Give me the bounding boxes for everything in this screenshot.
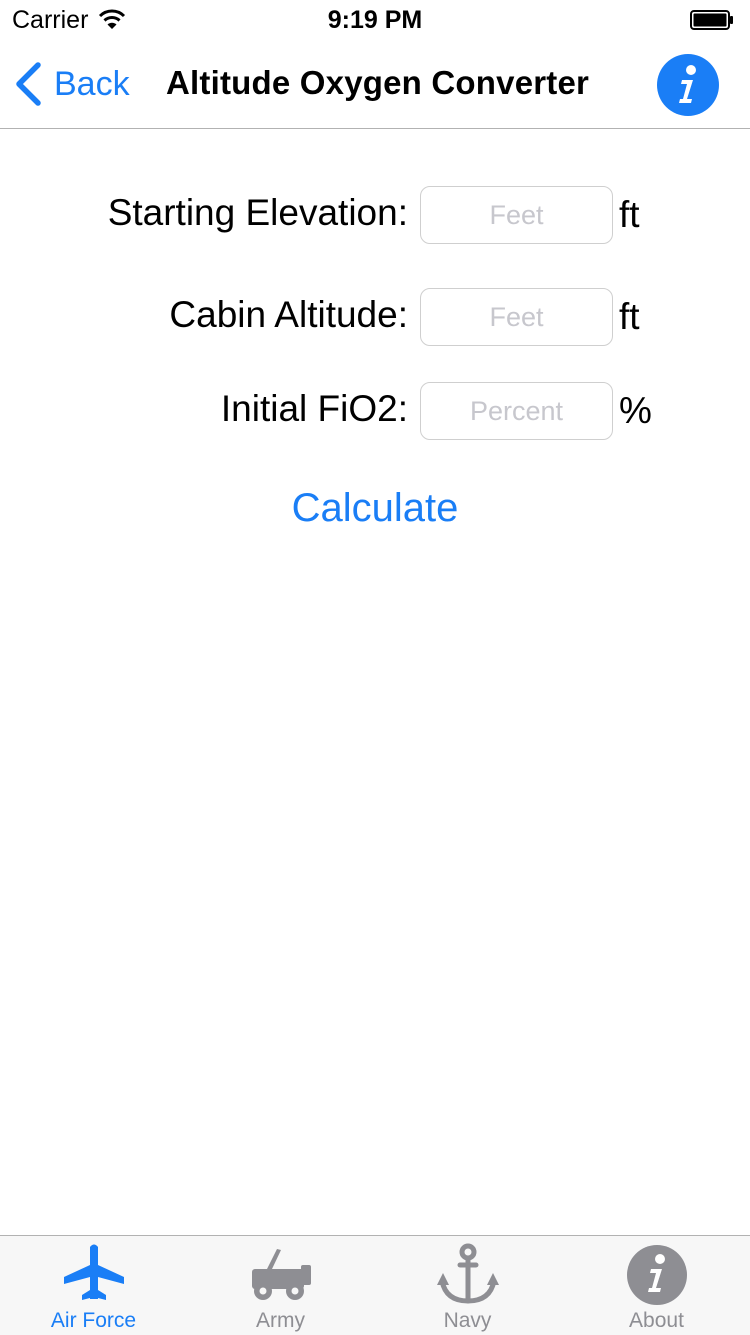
starting-elevation-input[interactable] [420, 186, 613, 244]
status-time: 9:19 PM [327, 6, 423, 34]
cabin-altitude-unit: ft [619, 296, 640, 337]
anchor-icon [436, 1243, 499, 1304]
tab-label-about: About [629, 1309, 684, 1332]
back-button[interactable]: Back [14, 60, 130, 108]
tab-label-air-force: Air Force [50, 1309, 137, 1332]
tab-bar: Air Force Army Navy About [0, 1235, 750, 1335]
chevron-left-icon [16, 62, 41, 106]
calculate-button[interactable]: Calculate [0, 486, 750, 531]
tab-air-force[interactable]: Air Force [0, 1236, 187, 1335]
initial-fio2-unit: % [619, 390, 652, 431]
battery-icon [690, 10, 733, 30]
info-icon[interactable] [657, 54, 719, 116]
starting-elevation-row: Starting Elevation: ft [0, 186, 750, 248]
initial-fio2-label: Initial FiO2: [220, 388, 408, 429]
initial-fio2-input[interactable] [420, 382, 613, 440]
jeep-icon [251, 1249, 311, 1300]
page-title: Altitude Oxygen Converter [166, 64, 590, 101]
tab-about[interactable]: About [563, 1236, 750, 1335]
tab-navy[interactable]: Navy [374, 1236, 561, 1335]
initial-fio2-row: Initial FiO2: % [0, 382, 750, 444]
starting-elevation-unit: ft [619, 194, 640, 235]
navigation-bar: Back Altitude Oxygen Converter [0, 40, 750, 129]
tab-label-army: Army [256, 1309, 305, 1332]
info-icon [626, 1245, 687, 1305]
tab-label-navy: Navy [443, 1309, 492, 1332]
airplane-icon [63, 1244, 124, 1300]
cabin-altitude-label: Cabin Altitude: [169, 294, 408, 335]
cabin-altitude-input[interactable] [420, 288, 613, 346]
status-bar: Carrier 9:19 PM [0, 0, 750, 40]
starting-elevation-label: Starting Elevation: [107, 192, 408, 233]
back-label: Back [54, 64, 130, 103]
cabin-altitude-row: Cabin Altitude: ft [0, 288, 750, 350]
tab-army[interactable]: Army [187, 1236, 374, 1335]
